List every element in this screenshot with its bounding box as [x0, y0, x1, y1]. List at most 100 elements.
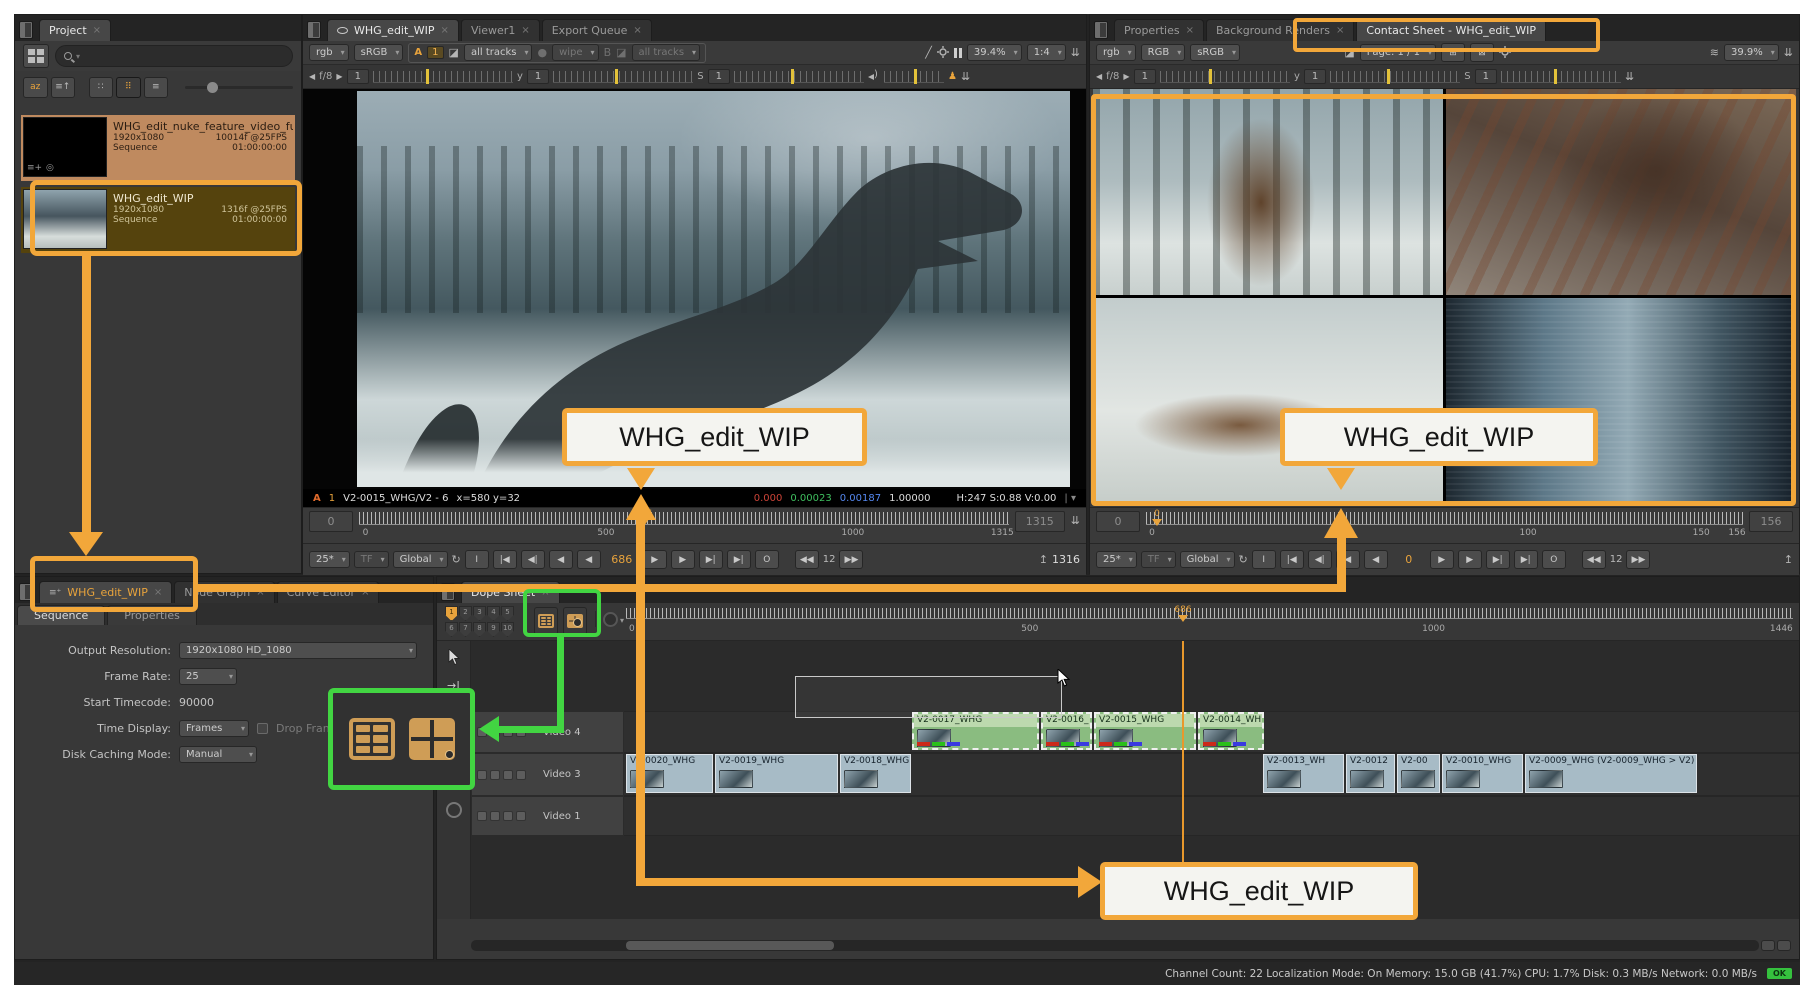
mark-in-button[interactable]: I [1252, 550, 1276, 569]
transport-button[interactable]: ▶| [727, 550, 751, 569]
collapse-chevrons-icon[interactable]: ⇊ [1071, 515, 1080, 526]
transport-button[interactable]: ▶ [671, 550, 695, 569]
layer-select[interactable]: RGB [1141, 44, 1186, 61]
scroll-left-button[interactable] [1761, 940, 1775, 951]
grid-view-button[interactable]: ∷ [89, 77, 114, 98]
tab-dope-sheet[interactable]: Dope Sheet× [461, 581, 560, 603]
tab-contact-sheet[interactable]: Contact Sheet - WHG_edit_WIP [1356, 19, 1546, 41]
contact-sheet-options-button[interactable] [563, 607, 587, 635]
close-icon[interactable]: × [154, 587, 162, 598]
fps-select[interactable]: 25* [309, 551, 350, 568]
tab-properties[interactable]: Properties× [1114, 19, 1204, 41]
panel-split-icon[interactable] [1094, 21, 1108, 39]
range-out-box[interactable]: 156 [1749, 511, 1793, 532]
contact-cell-motion-blur[interactable] [1446, 298, 1796, 504]
transport-button[interactable]: ◀ [1364, 550, 1388, 569]
dope-marker-4[interactable]: 4 [487, 606, 500, 621]
subtab-properties[interactable]: Properties [107, 605, 197, 625]
tab-node-graph[interactable]: Node Graph× [174, 581, 274, 603]
timeline-clip[interactable]: V2-0009_WHG (V2-0009_WHG > V2) [1525, 754, 1697, 793]
enable-icon[interactable] [516, 727, 526, 737]
fstop-slider[interactable] [1160, 71, 1290, 83]
tab-curve-editor[interactable]: Curve Editor× [277, 581, 380, 603]
colorspace-select[interactable]: sRGB [354, 44, 404, 61]
detail-view-button[interactable]: ⠿ [116, 77, 141, 98]
scroll-right-button[interactable] [1777, 940, 1791, 951]
sync-select[interactable]: TF [1141, 551, 1176, 568]
dope-marker-3[interactable]: 3 [473, 606, 486, 621]
dope-marker-10[interactable]: 10 [501, 622, 514, 637]
gamma-value[interactable]: 1 [1304, 69, 1326, 84]
tab-viewer1[interactable]: Viewer1× [461, 19, 540, 41]
viewer-timeline-ruler[interactable]: 0 500 1000 1315 686 [359, 511, 1009, 541]
transport-button[interactable]: ▶| [699, 550, 723, 569]
tab-export-queue[interactable]: Export Queue× [542, 19, 652, 41]
dope-tracks-area[interactable]: →| Video 4 Video 3 Video 1 V2-0017_WHGV2… [437, 641, 1799, 919]
list-view-button[interactable]: ≡ [144, 77, 169, 98]
disk-caching-select[interactable]: Manual [179, 746, 257, 763]
input-b-label[interactable]: B [604, 47, 612, 58]
channels-select[interactable]: rgb [309, 44, 349, 61]
colorspace-select[interactable]: sRGB [1190, 44, 1240, 61]
tracks-a-select[interactable]: all tracks [464, 44, 533, 61]
dope-marker-9[interactable]: 9 [487, 622, 500, 637]
fstop-value[interactable]: 1 [1134, 69, 1156, 84]
panel-split-icon[interactable] [19, 583, 33, 601]
contact-cell-viking[interactable] [1093, 89, 1443, 295]
output-resolution-select[interactable]: 1920x1080 HD_1080 [179, 642, 417, 659]
range-in-box[interactable]: 0 [1096, 511, 1140, 532]
collapse-chevrons-icon[interactable]: ⇊ [1784, 47, 1793, 58]
saturation-slider[interactable] [734, 71, 864, 83]
jump-forward-button[interactable]: ▶▶ [839, 550, 863, 569]
channels-select[interactable]: rgb [1096, 44, 1136, 61]
knob-dropdown-icon[interactable]: ▾ [620, 616, 624, 625]
snap-tool-icon[interactable]: →| [447, 679, 460, 692]
panel-split-icon[interactable] [19, 21, 33, 39]
timeline-clip[interactable]: V2-0014_WH [1198, 712, 1264, 750]
dope-marker-2[interactable]: 2 [459, 606, 472, 621]
subtab-sequence[interactable]: Sequence [17, 605, 105, 625]
start-timecode-value[interactable]: 90000 [179, 696, 214, 709]
tab-whg-edit-wip[interactable]: WHG_edit_WIP× [327, 19, 459, 41]
contact-grid-icon[interactable]: ⊞ [1441, 43, 1465, 62]
dope-marker-6[interactable]: 6 [445, 622, 458, 637]
tracks-b-select[interactable]: all tracks [632, 44, 701, 61]
close-icon[interactable]: × [361, 587, 369, 598]
close-icon[interactable]: × [521, 25, 529, 36]
speaker-icon[interactable] [868, 72, 880, 82]
video1-lane[interactable] [624, 796, 1799, 836]
frame-increment[interactable]: 12 [823, 554, 836, 565]
transport-button[interactable]: ▶ [643, 550, 667, 569]
lock-icon[interactable] [477, 727, 487, 737]
contact-cell-body-in-snow[interactable] [1093, 298, 1443, 504]
transport-button[interactable]: ◀ [549, 550, 573, 569]
pointer-tool-icon[interactable] [447, 649, 461, 665]
export-frame-icon[interactable]: ↥ [1784, 554, 1793, 565]
transport-button[interactable]: ◀| [521, 550, 545, 569]
wipe-toggle-icon[interactable]: ● [537, 47, 547, 58]
viewer-image-area[interactable] [303, 89, 1086, 489]
horizontal-scrollbar[interactable] [471, 940, 1759, 951]
transport-button[interactable]: |◀ [493, 550, 517, 569]
eye-icon[interactable] [490, 727, 500, 737]
next-stop-icon[interactable]: ▶ [1123, 73, 1129, 81]
transport-button[interactable]: ▶| [1514, 550, 1538, 569]
timeline-clip[interactable]: V2-0015_WHG [1094, 712, 1196, 750]
view-knob-icon[interactable] [603, 612, 618, 627]
close-icon[interactable]: × [1336, 25, 1344, 36]
scrollbar-thumb[interactable] [626, 941, 834, 950]
wipe-pattern-icon[interactable]: ≋ [1710, 47, 1719, 58]
timeline-clip[interactable]: V2-0020_WHG [626, 754, 713, 793]
loop-icon[interactable]: ↻ [452, 554, 461, 565]
frame-increment[interactable]: 12 [1610, 554, 1623, 565]
input-a-label[interactable]: A [414, 47, 422, 58]
collapse-chevrons-icon[interactable]: ⇊ [1071, 47, 1080, 58]
contact-timeline-ruler[interactable]: 0 50 100 150 156 0 [1146, 511, 1743, 541]
tab-whg-edit-wip-sequence[interactable]: ≡⁺ WHG_edit_WIP × [39, 581, 172, 603]
pause-icon[interactable] [954, 48, 962, 58]
panel-split-icon[interactable] [441, 583, 455, 601]
input-a-index[interactable]: 1 [427, 46, 443, 59]
mark-in-button[interactable]: I [465, 550, 489, 569]
timeline-clip[interactable]: V2-0012 [1346, 754, 1395, 793]
sort-az-button[interactable]: az [23, 77, 48, 98]
